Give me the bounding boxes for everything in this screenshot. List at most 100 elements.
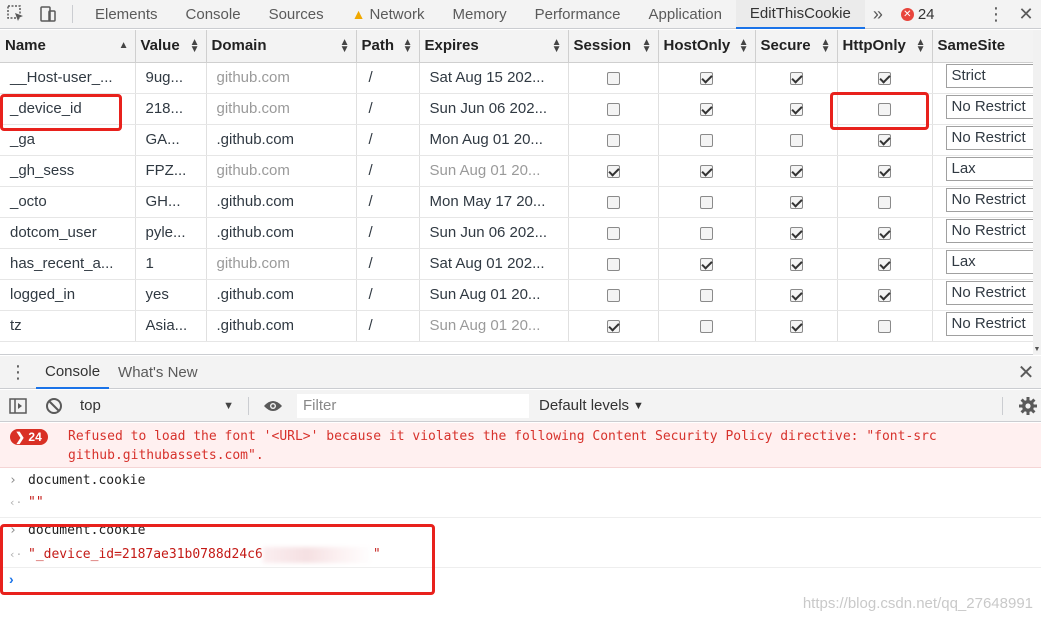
show-sidebar-icon[interactable] — [0, 397, 36, 414]
cookie-row[interactable]: tz Asia... .github.com / Sun Aug 01 20... No … — [0, 310, 1033, 342]
session-checkbox[interactable] — [606, 71, 620, 85]
cookie-value-cell[interactable]: 9ug... — [135, 62, 207, 94]
cookie-row[interactable]: dotcom_user pyle... .github.com / Sun Jun 06… — [0, 217, 1033, 249]
httponly-checkbox[interactable] — [878, 319, 891, 333]
cookie-row[interactable]: _gh_sess FPZ... github.com / Sun Aug 01 20..… — [0, 155, 1033, 187]
hostonly-checkbox[interactable] — [700, 226, 713, 240]
cookie-expires-cell[interactable]: Sat Aug 15 202... — [419, 62, 569, 94]
column-header-path[interactable]: Path ▲ ▼ — [356, 30, 420, 63]
hostonly-checkbox[interactable] — [700, 102, 713, 116]
session-checkbox[interactable] — [606, 133, 620, 147]
cookie-value-cell[interactable]: GH... — [135, 186, 207, 218]
cookie-expires-cell[interactable]: Sun Jun 06 202... — [419, 93, 569, 125]
cookie-expires-cell[interactable]: Mon Aug 01 20... — [419, 124, 569, 156]
device-toolbar-icon[interactable] — [32, 0, 64, 28]
log-levels-dropdown[interactable]: Default levels ▼ — [539, 397, 644, 414]
cookie-name-cell[interactable]: __Host-user_... — [0, 62, 136, 94]
cookie-row[interactable]: _device_id 218... github.com / Sun Jun 06 20… — [0, 93, 1033, 125]
secure-checkbox[interactable] — [789, 133, 803, 147]
session-checkbox[interactable] — [606, 195, 620, 209]
hostonly-checkbox[interactable] — [700, 133, 713, 147]
cookie-domain-cell[interactable]: .github.com — [206, 217, 357, 249]
column-header-name[interactable]: Name ▲ — [0, 30, 136, 63]
cookie-name-cell[interactable]: logged_in — [0, 279, 136, 311]
cookie-domain-cell[interactable]: github.com — [206, 62, 357, 94]
httponly-checkbox[interactable] — [878, 257, 891, 271]
column-header-session[interactable]: Session ▲ ▼ — [568, 30, 659, 63]
hostonly-checkbox[interactable] — [700, 195, 713, 209]
cookie-name-cell[interactable]: has_recent_a... — [0, 248, 136, 280]
cookie-value-cell[interactable]: Asia... — [135, 310, 207, 342]
cookie-path-cell[interactable]: / — [356, 186, 420, 218]
samesite-select[interactable]: No Restrict — [945, 311, 1033, 336]
cookie-value-cell[interactable]: pyle... — [135, 217, 207, 249]
samesite-select[interactable]: No Restrict — [945, 125, 1033, 150]
session-checkbox[interactable] — [606, 226, 620, 240]
cookie-path-cell[interactable]: / — [356, 62, 420, 94]
session-checkbox[interactable] — [606, 164, 620, 178]
httponly-checkbox[interactable] — [878, 195, 891, 209]
drawer-menu-icon[interactable]: ⋮ — [0, 362, 36, 383]
session-checkbox[interactable] — [606, 319, 620, 333]
hostonly-checkbox[interactable] — [700, 288, 713, 302]
column-header-secure[interactable]: Secure ▲ ▼ — [755, 30, 838, 63]
samesite-select[interactable]: No Restrict — [945, 218, 1033, 243]
cookie-path-cell[interactable]: / — [356, 93, 420, 125]
samesite-select[interactable]: No Restrict — [945, 94, 1033, 119]
cookie-expires-cell[interactable]: Sat Aug 01 202... — [419, 248, 569, 280]
cookie-path-cell[interactable]: / — [356, 248, 420, 280]
cookie-value-cell[interactable]: GA... — [135, 124, 207, 156]
cookie-domain-cell[interactable]: .github.com — [206, 279, 357, 311]
console-filter-input[interactable] — [297, 393, 529, 418]
cookie-expires-cell[interactable]: Mon May 17 20... — [419, 186, 569, 218]
cookie-row[interactable]: logged_in yes .github.com / Sun Aug 01 20...… — [0, 279, 1033, 311]
cookie-value-cell[interactable]: 1 — [135, 248, 207, 280]
column-header-value[interactable]: Value ▲ ▼ — [135, 30, 207, 63]
cookie-table-scrollbar[interactable]: ▼ — [1033, 30, 1041, 355]
secure-checkbox[interactable] — [789, 164, 803, 178]
cookie-domain-cell[interactable]: github.com — [206, 93, 357, 125]
more-tabs-chevron-icon[interactable]: » — [865, 4, 891, 25]
cookie-domain-cell[interactable]: .github.com — [206, 310, 357, 342]
close-devtools-icon[interactable]: ✕ — [1011, 4, 1041, 25]
tab-editthiscookie[interactable]: EditThisCookie — [735, 0, 865, 29]
drawer-tab-whats-new[interactable]: What's New — [109, 356, 207, 389]
error-count-badge[interactable]: ✕ 24 — [900, 6, 935, 23]
secure-checkbox[interactable] — [789, 319, 803, 333]
cookie-name-cell[interactable]: _octo — [0, 186, 136, 218]
cookie-expires-cell[interactable]: Sun Aug 01 20... — [419, 155, 569, 187]
httponly-checkbox[interactable] — [878, 226, 891, 240]
column-header-domain[interactable]: Domain ▲ ▼ — [206, 30, 357, 63]
cookie-name-cell[interactable]: dotcom_user — [0, 217, 136, 249]
console-prompt-icon[interactable]: › — [9, 571, 14, 587]
httponly-checkbox[interactable] — [878, 288, 891, 302]
customize-menu-icon[interactable]: ⋮ — [981, 4, 1011, 25]
cookie-expires-cell[interactable]: Sun Aug 01 20... — [419, 310, 569, 342]
live-expression-eye-icon[interactable] — [255, 399, 291, 413]
column-header-httponly[interactable]: HttpOnly ▲ ▼ — [837, 30, 933, 63]
cookie-path-cell[interactable]: / — [356, 217, 420, 249]
samesite-select[interactable]: Lax — [945, 156, 1033, 181]
samesite-select[interactable]: No Restrict — [945, 187, 1033, 212]
column-header-expires[interactable]: Expires ▲ ▼ — [419, 30, 569, 63]
tab-application[interactable]: Application — [635, 0, 736, 29]
secure-checkbox[interactable] — [789, 195, 803, 209]
cookie-row[interactable]: _octo GH... .github.com / Mon May 17 20... No… — [0, 186, 1033, 218]
session-checkbox[interactable] — [606, 288, 620, 302]
secure-checkbox[interactable] — [789, 288, 803, 302]
tab-console[interactable]: Console — [172, 0, 255, 29]
cookie-path-cell[interactable]: / — [356, 124, 420, 156]
cookie-name-cell[interactable]: _device_id — [0, 93, 136, 125]
context-selector[interactable]: top ▼ — [72, 394, 242, 418]
cookie-domain-cell[interactable]: github.com — [206, 248, 357, 280]
cookie-path-cell[interactable]: / — [356, 310, 420, 342]
hostonly-checkbox[interactable] — [700, 71, 713, 85]
cookie-expires-cell[interactable]: Sun Aug 01 20... — [419, 279, 569, 311]
tab-memory[interactable]: Memory — [438, 0, 520, 29]
session-checkbox[interactable] — [606, 102, 620, 116]
cookie-name-cell[interactable]: tz — [0, 310, 136, 342]
secure-checkbox[interactable] — [789, 71, 803, 85]
samesite-select[interactable]: Lax — [945, 249, 1033, 274]
close-drawer-icon[interactable]: ✕ — [1015, 360, 1037, 385]
console-settings-gear-icon[interactable] — [1017, 395, 1039, 417]
